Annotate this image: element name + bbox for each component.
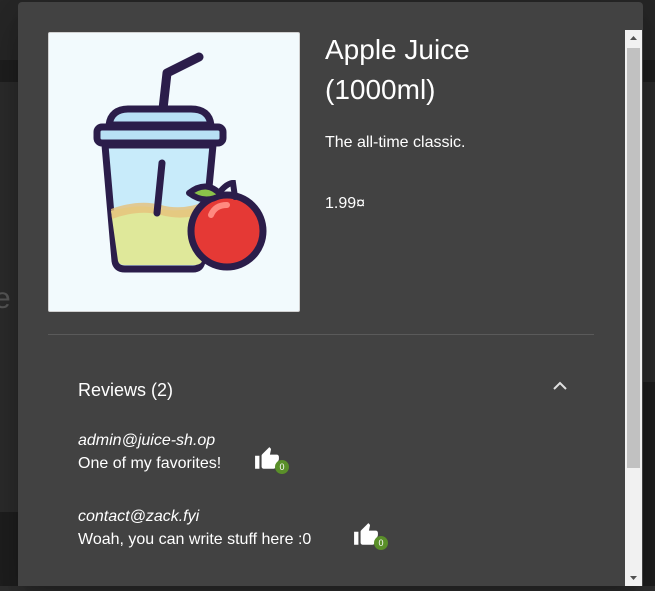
chevron-up-icon[interactable] — [550, 376, 570, 396]
scroll-down-button[interactable] — [625, 569, 642, 586]
product-title: Apple Juice (1000ml) — [325, 34, 470, 105]
review-author: contact@zack.fyi — [78, 508, 200, 525]
product-image — [48, 32, 300, 312]
like-count-badge: 0 — [374, 536, 388, 550]
scroll-up-button[interactable] — [625, 30, 642, 47]
dialog-scrollbar[interactable] — [625, 30, 642, 586]
product-details-dialog: Apple Juice (1000ml) The all-time classi… — [18, 2, 643, 586]
scrollbar-thumb[interactable] — [627, 48, 640, 468]
product-price: 1.99¤ — [325, 195, 366, 212]
reviews-expansion-header[interactable]: Reviews (2) — [48, 360, 594, 420]
like-review-button[interactable]: 0 — [353, 522, 388, 550]
like-count-badge: 0 — [275, 460, 289, 474]
arrow-up-icon — [630, 36, 637, 40]
review-text: Woah, you can write stuff here :0 — [78, 531, 312, 548]
like-review-button[interactable]: 0 — [254, 446, 289, 474]
apple-juice-icon — [93, 52, 267, 273]
divider — [48, 334, 594, 335]
review-item: admin@juice-sh.op One of my favorites! — [78, 432, 221, 473]
review-text: One of my favorites! — [78, 455, 222, 472]
product-description: The all-time classic. — [325, 134, 466, 151]
review-author: admin@juice-sh.op — [78, 432, 216, 449]
review-item: contact@zack.fyi Woah, you can write stu… — [78, 508, 311, 549]
arrow-down-icon — [630, 576, 637, 580]
reviews-title: Reviews (2) — [78, 380, 174, 400]
